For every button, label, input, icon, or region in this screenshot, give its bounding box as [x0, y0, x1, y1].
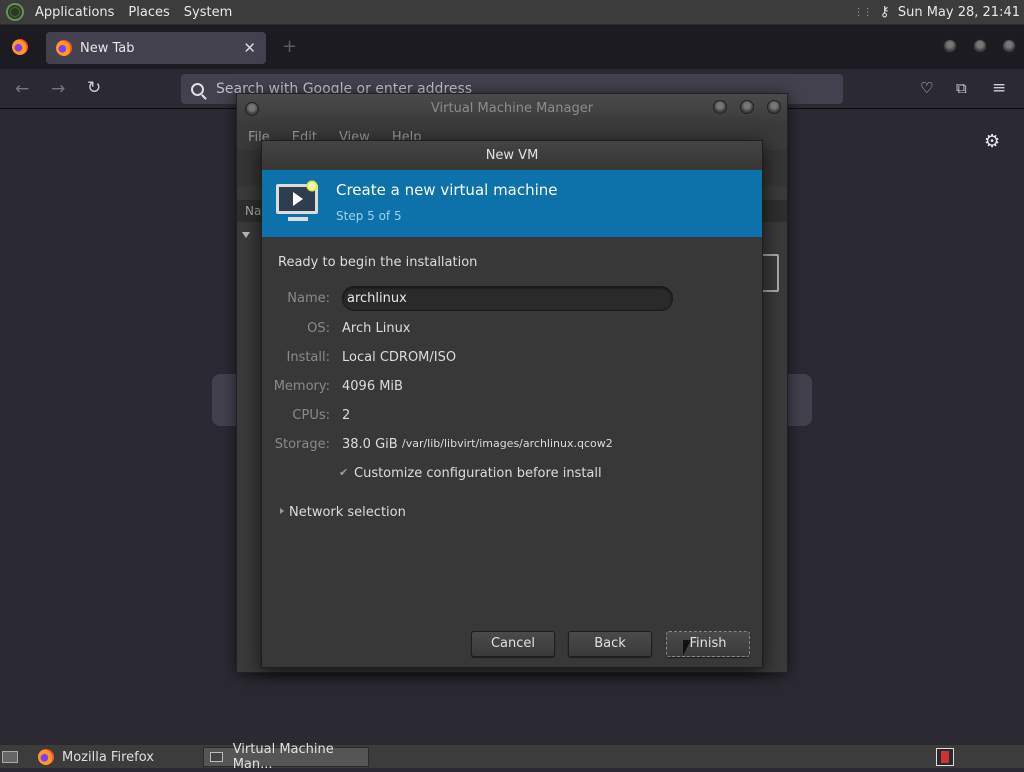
keyring-icon[interactable]: ⚷ [880, 4, 890, 20]
customize-label[interactable]: Customize configuration before install [354, 466, 602, 481]
menu-system[interactable]: System [177, 5, 239, 20]
forward-arrow-icon[interactable]: → [51, 79, 65, 99]
ready-text: Ready to begin the installation [278, 255, 478, 270]
vmm-close-button[interactable] [767, 100, 781, 114]
mouse-cursor-icon [683, 640, 691, 656]
search-icon [191, 82, 204, 96]
os-label: OS: [307, 321, 330, 336]
storage-label: Storage: [274, 437, 330, 452]
taskbar: Mozilla Firefox Virtual Machine Man... [0, 742, 1024, 772]
reload-icon[interactable]: ↻ [87, 78, 101, 98]
memory-label: Memory: [273, 379, 330, 394]
extensions-icon[interactable]: ⧉ [956, 79, 967, 97]
taskbar-item-firefox[interactable]: Mozilla Firefox [32, 747, 160, 767]
install-value: Local CDROM/ISO [342, 350, 457, 365]
taskbar-item-vmm[interactable]: Virtual Machine Man... [203, 742, 369, 772]
new-tab-icon[interactable]: + [282, 36, 297, 57]
monitor-stand [288, 217, 308, 221]
back-arrow-icon[interactable]: ← [15, 79, 29, 99]
hamburger-menu-icon[interactable]: ≡ [992, 78, 1006, 98]
workspace-switcher[interactable] [936, 747, 958, 767]
vmm-maximize-button[interactable] [740, 100, 754, 114]
expander-arrow-icon[interactable] [280, 508, 284, 514]
banner-step: Step 5 of 5 [336, 209, 402, 223]
minimize-window-button[interactable] [943, 39, 957, 53]
network-selection-expander[interactable]: Network selection [289, 505, 406, 520]
panel-clock[interactable]: Sun May 28, 21:41 [898, 5, 1020, 20]
expander-arrow-icon[interactable] [242, 232, 250, 238]
firefox-view-icon[interactable] [12, 39, 28, 55]
vm-name-input[interactable]: archlinux [342, 286, 673, 311]
customize-checkbox[interactable]: ✔ [339, 467, 350, 478]
dialog-banner: Create a new virtual machine Step 5 of 5 [262, 170, 762, 237]
taskbar-label-firefox: Mozilla Firefox [62, 749, 154, 765]
cpus-label: CPUs: [292, 408, 330, 423]
back-button[interactable]: Back [568, 631, 652, 657]
storage-value: 38.0 GiB [342, 437, 398, 452]
banner-title: Create a new virtual machine [336, 181, 558, 199]
tab-new-tab[interactable]: New Tab ✕ [46, 32, 266, 64]
install-label: Install: [286, 350, 330, 365]
name-label: Name: [287, 291, 330, 306]
vmm-title: Virtual Machine Manager [237, 94, 787, 124]
vmm-taskbar-icon [210, 752, 223, 762]
gear-icon[interactable]: ⚙ [984, 131, 1000, 152]
sparkle-icon [306, 180, 318, 192]
vmm-minimize-button[interactable] [713, 100, 727, 114]
top-panel: Applications Places System ⋮⋮ ⚷ Sun May … [0, 0, 1024, 25]
maximize-window-button[interactable] [973, 39, 987, 53]
cpus-value: 2 [342, 408, 351, 423]
firefox-icon [56, 40, 72, 56]
dialog-title: New VM [262, 141, 762, 170]
memory-value: 4096 MiB [342, 379, 403, 394]
menu-places[interactable]: Places [121, 5, 176, 20]
firefox-icon [38, 749, 54, 765]
os-value: Arch Linux [342, 321, 411, 336]
menu-applications[interactable]: Applications [28, 5, 121, 20]
new-vm-dialog: New VM Create a new virtual machine Step… [261, 140, 763, 668]
distro-logo-icon[interactable] [6, 3, 24, 21]
pocket-icon[interactable]: ♡ [920, 79, 933, 97]
cancel-button[interactable]: Cancel [471, 631, 555, 657]
storage-path: /var/lib/libvirt/images/archlinux.qcow2 [402, 437, 613, 450]
panel-handle-icon: ⋮⋮ [853, 6, 873, 18]
finish-button[interactable]: Finish [666, 631, 750, 657]
close-window-button[interactable] [1002, 39, 1016, 53]
show-desktop-icon[interactable] [2, 747, 22, 767]
vmm-menu-button[interactable] [245, 102, 259, 116]
tab-label: New Tab [80, 40, 135, 56]
close-tab-icon[interactable]: ✕ [243, 39, 256, 57]
